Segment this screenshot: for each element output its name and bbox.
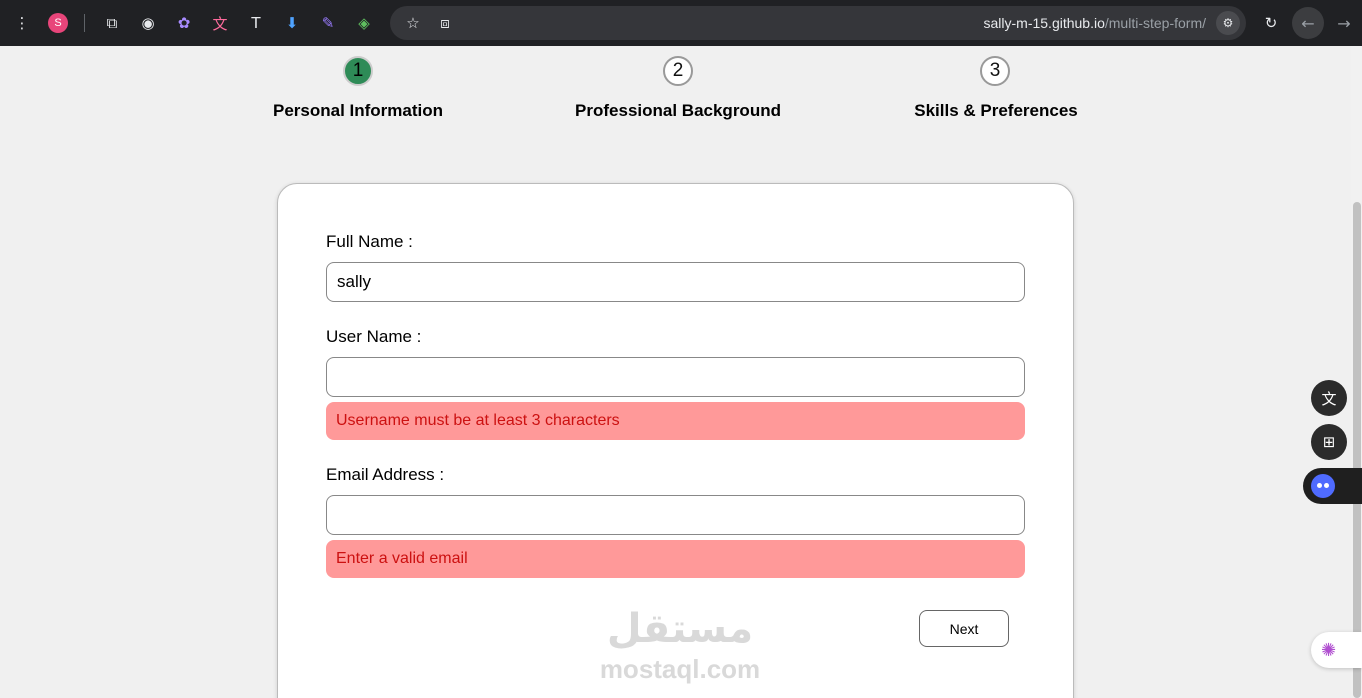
email-input[interactable] [326,495,1025,535]
scrollbar-thumb[interactable] [1353,202,1361,698]
extension-download-icon[interactable]: ⬇ [281,12,303,34]
step-1-label: Personal Information [272,101,444,120]
full-name-input[interactable] [326,262,1025,302]
extension-brain-icon[interactable]: ✿ [173,12,195,34]
assistant-bot-icon [1311,474,1335,498]
extension-translate-icon[interactable]: 文 [209,12,231,34]
watermark-arabic: مستقل [606,606,754,652]
brain-widget-tab[interactable]: ✺ [1311,632,1362,668]
email-label: Email Address : [326,465,445,484]
browser-toolbar: ⋮ S ⧉ ◉ ✿ 文 T ⬇ ✎ ◈ ☆ ⧈ sally-m-15.githu… [0,0,1362,46]
next-button[interactable]: Next [919,610,1009,647]
translate-widget-icon[interactable]: 文 [1311,380,1347,416]
extension-record-icon[interactable]: ◉ [137,12,159,34]
assistant-tab[interactable] [1303,468,1362,504]
forward-icon[interactable]: → [1328,7,1360,39]
step-3-circle: 3 [980,56,1010,86]
url-host: sally-m-15.github.io [983,15,1105,31]
install-app-icon[interactable]: ⧈ [434,12,456,34]
brain-icon: ✺ [1321,639,1337,661]
extension-eyedropper-icon[interactable]: ✎ [317,12,339,34]
email-error: Enter a valid email [326,540,1025,578]
url-path: /multi-step-form/ [1104,15,1206,31]
profile-avatar[interactable]: S [48,13,68,33]
extension-text-icon[interactable]: T [245,12,267,34]
toolbar-divider [84,14,85,32]
url-text[interactable]: sally-m-15.github.io/multi-step-form/ [983,15,1206,31]
bookmark-star-icon[interactable]: ☆ [402,12,424,34]
extensions-puzzle-icon[interactable]: ⧉ [101,12,123,34]
user-name-label: User Name : [326,327,422,346]
apps-widget-icon[interactable]: ⊞ [1311,424,1347,460]
user-name-error: Username must be at least 3 characters [326,402,1025,440]
site-settings-icon[interactable]: ⚙ [1216,11,1240,35]
full-name-label: Full Name : [326,232,413,251]
address-bar[interactable]: ☆ ⧈ sally-m-15.github.io/multi-step-form… [390,6,1246,40]
back-icon[interactable]: ← [1292,7,1324,39]
extension-color-icon[interactable]: ◈ [353,12,375,34]
user-name-input[interactable] [326,357,1025,397]
watermark-latin: mostaql.com [599,654,761,684]
step-3-label: Skills & Preferences [914,101,1078,120]
browser-menu-icon[interactable]: ⋮ [11,12,33,34]
reload-icon[interactable]: ↻ [1260,12,1282,34]
step-2-label: Professional Background [575,101,781,120]
step-2-circle: 2 [663,56,693,86]
step-1-circle: 1 [343,56,373,86]
